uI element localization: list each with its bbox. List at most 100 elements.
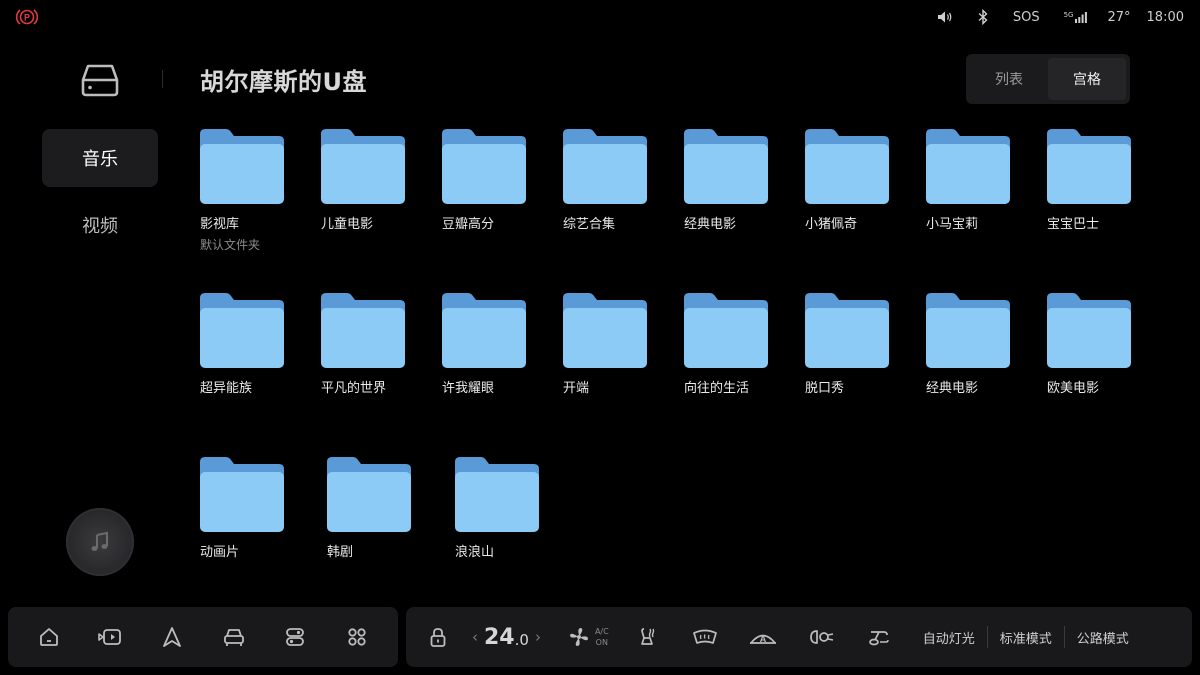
fan-icon bbox=[569, 628, 588, 646]
toggle-switches-icon bbox=[286, 628, 305, 646]
fan-button[interactable]: A/C ON bbox=[567, 617, 609, 657]
parking-brake-icon: P bbox=[16, 9, 38, 25]
folder-item[interactable]: 动画片 bbox=[200, 456, 310, 560]
usb-drive-icon bbox=[81, 64, 119, 97]
auto-wiper-button[interactable]: A bbox=[743, 617, 783, 657]
folder-item[interactable]: 小猪佩奇 bbox=[805, 128, 915, 232]
mode-highway[interactable]: 公路模式 bbox=[1077, 628, 1129, 647]
view-option-grid[interactable]: 宫格 bbox=[1048, 58, 1126, 100]
folder-name: 超异能族 bbox=[200, 381, 253, 396]
folder-item[interactable]: 宝宝巴士 bbox=[1047, 128, 1157, 232]
folder-name: 平凡的世界 bbox=[321, 381, 387, 396]
folder-item[interactable]: 经典电影 bbox=[926, 292, 1036, 396]
folder-item[interactable]: 浪浪山 bbox=[455, 456, 565, 560]
folder-name: 小马宝莉 bbox=[926, 217, 979, 232]
lock-icon bbox=[430, 628, 446, 647]
folder-icon bbox=[200, 457, 284, 532]
music-note-icon bbox=[91, 531, 108, 551]
folder-subtitle: 默认文件夹 bbox=[200, 238, 261, 252]
folder-icon bbox=[563, 293, 647, 368]
folder-icon bbox=[321, 293, 405, 368]
seat-heat-icon bbox=[640, 628, 654, 645]
folder-icon bbox=[321, 129, 405, 204]
folder-item[interactable]: 韩剧 bbox=[327, 456, 437, 560]
folder-item[interactable]: 儿童电影 bbox=[321, 128, 431, 232]
header-divider bbox=[162, 70, 163, 88]
headlight-button[interactable] bbox=[801, 617, 841, 657]
seat-heating-button[interactable] bbox=[627, 617, 667, 657]
mirror-icon bbox=[868, 631, 889, 646]
folder-item[interactable]: 向往的生活 bbox=[684, 292, 794, 396]
temperature-value: 24 bbox=[484, 624, 515, 650]
network-indicator: 5G bbox=[1063, 10, 1088, 23]
folder-icon bbox=[1047, 293, 1131, 368]
front-defrost-button[interactable] bbox=[685, 617, 725, 657]
bluetooth-icon[interactable] bbox=[977, 9, 989, 25]
volume-icon[interactable] bbox=[937, 10, 953, 24]
temperature-decimal: .0 bbox=[514, 630, 529, 649]
network-label: 5G bbox=[1063, 10, 1074, 19]
folder-item[interactable]: 综艺合集 bbox=[563, 128, 673, 232]
folder-icon bbox=[684, 129, 768, 204]
mode-standard[interactable]: 标准模式 bbox=[1000, 628, 1052, 647]
folder-name: 经典电影 bbox=[926, 381, 979, 396]
folder-item[interactable]: 许我耀眼 bbox=[442, 292, 552, 396]
folder-name: 浪浪山 bbox=[455, 545, 495, 560]
ac-label: A/C bbox=[594, 627, 609, 636]
sidebar-item-label: 音乐 bbox=[82, 149, 118, 170]
folder-icon bbox=[1047, 129, 1131, 204]
folder-name: 豆瓣高分 bbox=[442, 217, 495, 232]
folder-item[interactable]: 小马宝莉 bbox=[926, 128, 1036, 232]
headlight-icon bbox=[809, 630, 833, 644]
sidebar-item-music[interactable]: 音乐 bbox=[42, 129, 158, 187]
navigation-button[interactable] bbox=[152, 617, 192, 657]
vehicle-button[interactable] bbox=[214, 617, 254, 657]
sidebar-item-video[interactable]: 视频 bbox=[42, 196, 158, 254]
apps-button[interactable] bbox=[337, 617, 377, 657]
mode-divider bbox=[1063, 626, 1065, 648]
folder-item[interactable]: 影视库 默认文件夹 bbox=[200, 128, 310, 253]
mode-auto-light[interactable]: 自动灯光 bbox=[923, 628, 975, 647]
clock: 18:00 bbox=[1146, 9, 1184, 25]
folder-item[interactable]: 经典电影 bbox=[684, 128, 794, 232]
video-player-icon bbox=[98, 629, 122, 645]
temp-decrease-button[interactable]: ‹ bbox=[466, 628, 484, 646]
home-button[interactable] bbox=[29, 617, 69, 657]
ac-status: A/C ON bbox=[595, 626, 609, 648]
folder-name: 向往的生活 bbox=[684, 381, 750, 396]
controls-button[interactable] bbox=[275, 617, 315, 657]
folder-icon bbox=[442, 293, 526, 368]
folder-name: 欧美电影 bbox=[1047, 381, 1100, 396]
music-player-disc[interactable] bbox=[66, 508, 134, 576]
parking-label: P bbox=[24, 13, 30, 23]
ac-state: ON bbox=[595, 638, 608, 647]
folder-item[interactable]: 脱口秀 bbox=[805, 292, 915, 396]
folder-name: 动画片 bbox=[200, 545, 240, 560]
folder-item[interactable]: 平凡的世界 bbox=[321, 292, 431, 396]
folder-item[interactable]: 欧美电影 bbox=[1047, 292, 1157, 396]
folder-name: 脱口秀 bbox=[805, 381, 845, 396]
lock-button[interactable] bbox=[424, 617, 452, 657]
folder-icon bbox=[200, 293, 284, 368]
media-button[interactable] bbox=[90, 617, 130, 657]
folder-icon bbox=[926, 129, 1010, 204]
folder-item[interactable]: 开端 bbox=[563, 292, 673, 396]
folder-name: 开端 bbox=[563, 381, 590, 396]
temp-increase-button[interactable]: › bbox=[529, 628, 547, 646]
windshield-defrost-icon bbox=[692, 629, 717, 644]
folder-icon bbox=[926, 293, 1010, 368]
mirror-adjust-button[interactable] bbox=[859, 617, 899, 657]
app-dock bbox=[8, 607, 398, 667]
folder-icon bbox=[200, 129, 284, 204]
temperature-control: ‹ 24 .0 › bbox=[466, 625, 547, 650]
sos-label[interactable]: SOS bbox=[1013, 10, 1040, 25]
folder-icon bbox=[684, 293, 768, 368]
folder-icon bbox=[805, 293, 889, 368]
folder-icon bbox=[563, 129, 647, 204]
folder-item[interactable]: 超异能族 bbox=[200, 292, 310, 396]
folder-icon bbox=[442, 129, 526, 204]
folder-name: 综艺合集 bbox=[563, 217, 616, 232]
folder-item[interactable]: 豆瓣高分 bbox=[442, 128, 552, 232]
folder-name: 韩剧 bbox=[327, 545, 354, 560]
view-option-list[interactable]: 列表 bbox=[970, 58, 1048, 100]
